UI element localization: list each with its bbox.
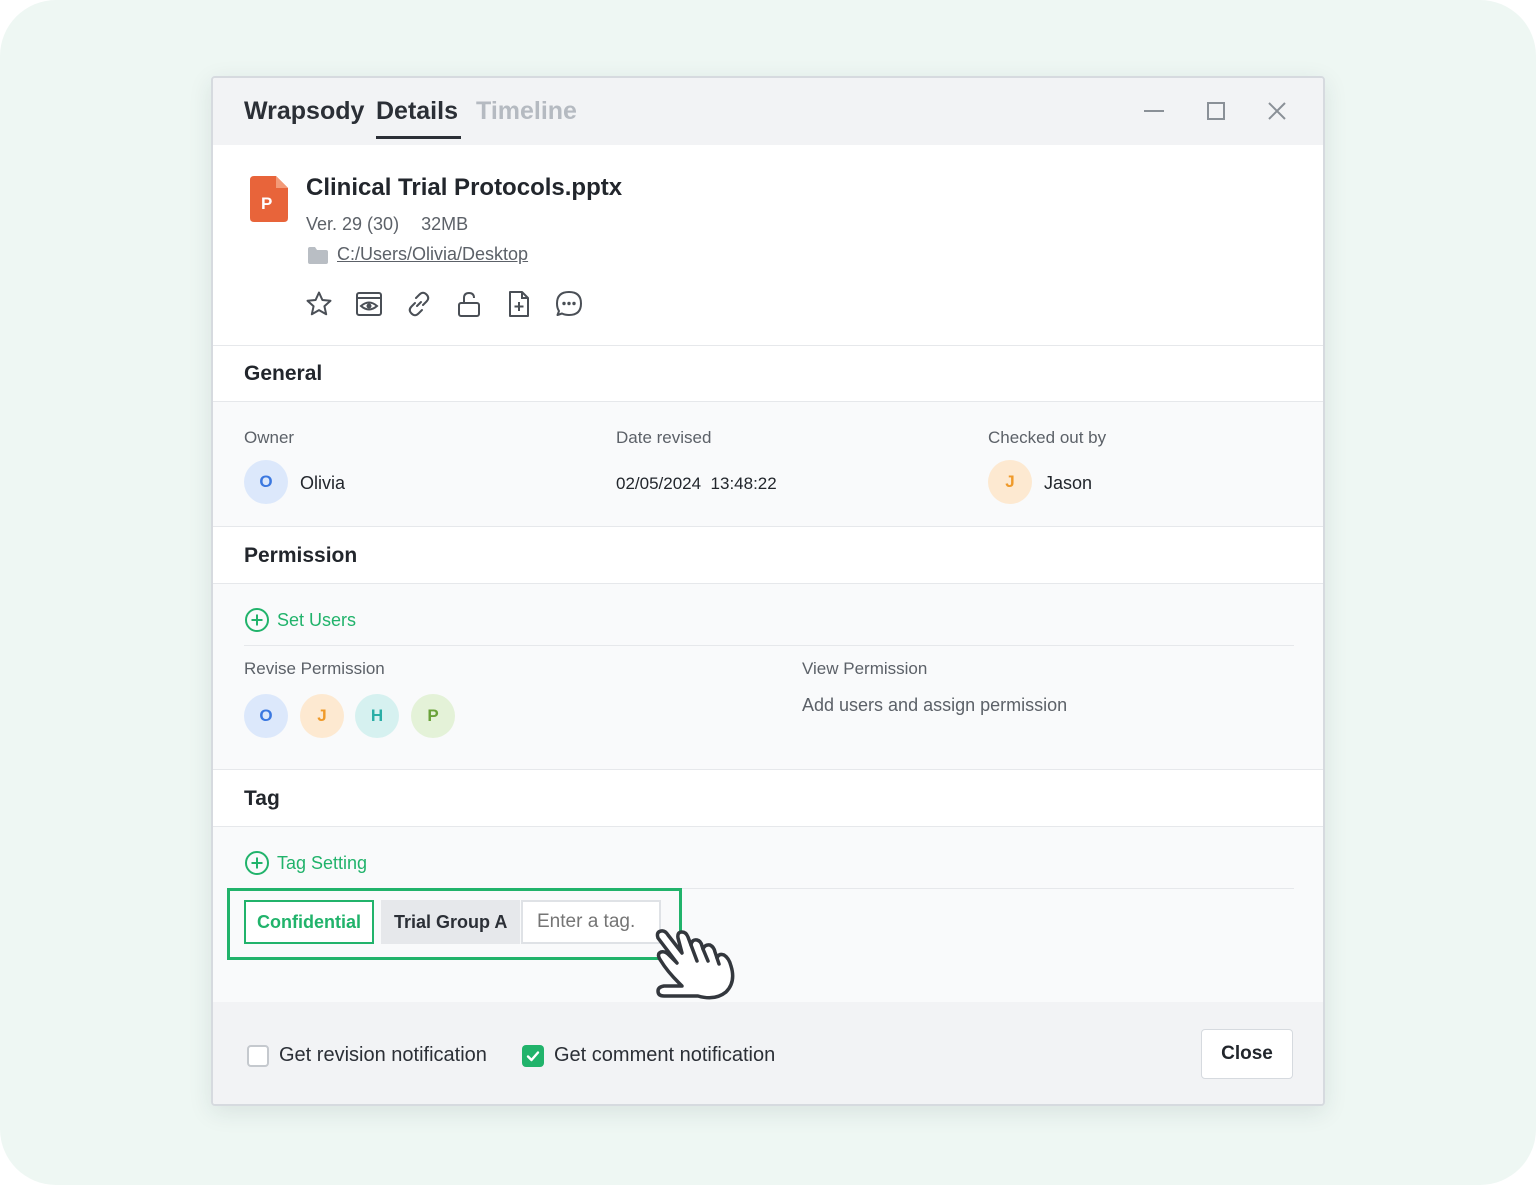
comment-notification-checkbox[interactable]: Get comment notification	[522, 1044, 775, 1067]
pptx-file-icon: P	[250, 176, 288, 222]
dialog-footer: Get revision notification Get comment no…	[213, 1002, 1323, 1104]
file-icon-letter: P	[261, 194, 272, 213]
general-section-body: Owner O Olivia Date revised 02/05/2024 1…	[213, 402, 1323, 526]
file-version: Ver. 29 (30)	[306, 214, 400, 234]
star-icon[interactable]	[305, 290, 333, 318]
checked-out-name: Jason	[1044, 473, 1093, 493]
revise-avatar: O	[244, 694, 288, 738]
tab-timeline[interactable]: Timeline	[476, 96, 577, 126]
add-circle-icon	[245, 851, 269, 875]
folder-icon	[308, 247, 328, 264]
unlock-icon[interactable]	[455, 290, 483, 318]
file-path-link[interactable]: C:/Users/Olivia/Desktop	[337, 244, 528, 265]
pointing-hand-icon	[655, 929, 735, 1000]
date-revised-value: 02/05/2024 13:48:22	[616, 474, 777, 493]
owner-label: Owner	[244, 428, 295, 447]
set-users-button[interactable]: Set Users	[244, 607, 356, 633]
set-users-label: Set Users	[277, 609, 357, 630]
tab-details[interactable]: Details	[376, 96, 461, 139]
comment-notification-label: Get comment notification	[554, 1044, 776, 1066]
revise-permission-label: Revise Permission	[244, 659, 385, 678]
tag-input[interactable]	[521, 900, 661, 944]
tag-trial-group-a[interactable]: Trial Group A	[381, 900, 521, 944]
checkbox-checked[interactable]	[522, 1044, 544, 1067]
owner-name: Olivia	[300, 473, 346, 493]
file-meta: Ver. 29 (30) 32MB	[306, 214, 468, 235]
permission-section-body: Set Users Revise Permission O J H P View…	[213, 584, 1323, 769]
revision-notification-checkbox[interactable]: Get revision notification	[247, 1044, 487, 1067]
tag-title: Tag	[244, 787, 280, 810]
file-actions	[305, 290, 583, 318]
revise-avatar: H	[355, 694, 399, 738]
link-icon[interactable]	[405, 290, 433, 318]
permission-title: Permission	[244, 544, 358, 567]
divider	[244, 645, 1294, 646]
maximize-icon[interactable]	[1203, 98, 1229, 124]
tag-setting-button[interactable]: Tag Setting	[244, 850, 367, 876]
details-dialog: Wrapsody Details Timeline P Clinical Tri…	[211, 76, 1325, 1106]
revise-avatar: P	[411, 694, 455, 738]
owner-avatar: O	[244, 460, 288, 504]
revision-notification-label: Get revision notification	[279, 1044, 487, 1066]
date-revised-label: Date revised	[616, 428, 712, 447]
view-permission-value: Add users and assign permission	[802, 695, 1068, 715]
file-size: 32MB	[421, 214, 469, 234]
preview-icon[interactable]	[355, 290, 383, 318]
close-button[interactable]: Close	[1201, 1029, 1293, 1079]
revise-avatar: J	[300, 694, 344, 738]
tag-setting-label: Tag Setting	[277, 852, 368, 873]
general-section-header: General	[213, 346, 1323, 402]
checked-out-label: Checked out by	[988, 428, 1107, 447]
tag-confidential[interactable]: Confidential	[244, 900, 374, 944]
checked-out-avatar: J	[988, 460, 1032, 504]
tag-section-header: Tag	[213, 770, 1323, 826]
view-permission-label: View Permission	[802, 659, 928, 678]
checkmark-icon	[526, 1050, 540, 1061]
file-name: Clinical Trial Protocols.pptx	[306, 174, 623, 201]
close-icon[interactable]	[1264, 98, 1290, 124]
checkbox-unchecked[interactable]	[247, 1044, 269, 1067]
general-title: General	[244, 362, 323, 385]
add-file-icon[interactable]	[505, 290, 533, 318]
add-circle-icon	[245, 608, 269, 632]
app-title: Wrapsody	[244, 97, 365, 125]
permission-section-header: Permission	[213, 527, 1323, 583]
title-bar: Wrapsody Details Timeline	[213, 78, 1323, 145]
comment-icon[interactable]	[555, 290, 583, 318]
minimize-icon[interactable]	[1141, 98, 1167, 124]
